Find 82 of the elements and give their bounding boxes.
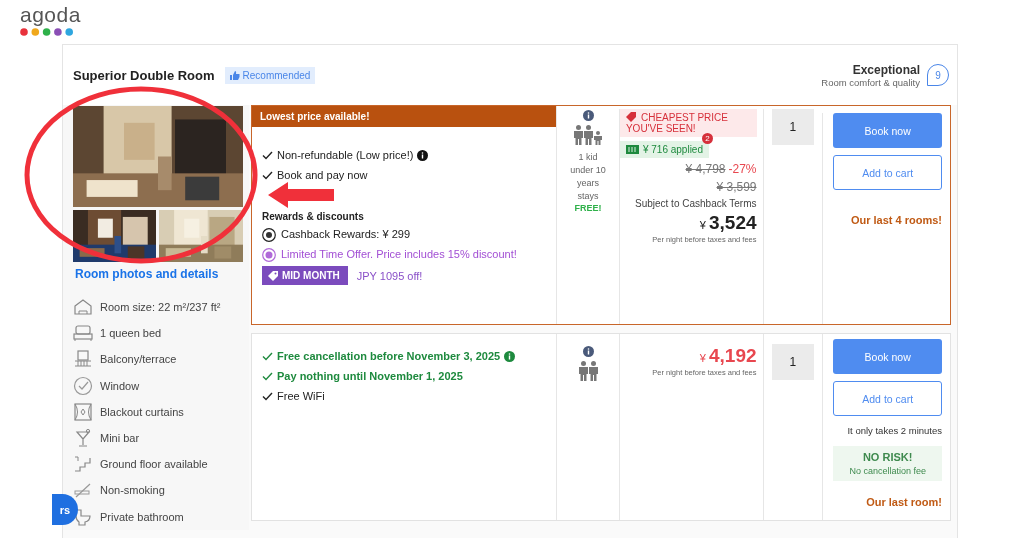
child-icon [594,131,603,145]
cocktail-glass-icon [73,429,93,448]
room-title: Superior Double Room [73,67,215,83]
info-icon [417,149,429,161]
amenity-text: Private bathroom [100,510,184,523]
house-icon [73,298,93,317]
original-price: ¥ 4,798 [685,162,726,176]
book-now-button[interactable]: Book now [833,113,942,148]
currency-symbol: ¥ [699,352,706,364]
count-badge: 2 [701,133,713,144]
amenity-text: Non-smoking [100,484,165,497]
cheapest-price-tag: CHEAPEST PRICE YOU'VE SEEN! [619,109,757,137]
amenity-text: 1 queen bed [100,327,162,340]
scarcity-text: Our last room! [865,496,942,508]
check-circle-icon [73,375,93,396]
stairs-icon [73,455,93,474]
info-icon [582,346,594,357]
person-icon [578,361,588,381]
discount-icon [262,248,276,262]
tag-icon [268,270,278,281]
rating-caption: Room comfort & quality [821,76,920,88]
annotation-arrow [268,182,334,208]
floating-button[interactable]: rs [52,494,78,525]
quantity-field[interactable]: 1 [771,344,814,380]
guest-note: 1 kid under 10 years stays [569,151,607,203]
checkmark-icon [262,371,273,381]
original-price: ¥ 3,599 [716,180,757,194]
checkmark-icon [262,170,273,180]
info-icon [582,110,594,121]
amenity-text: Blackout curtains [100,405,184,418]
add-to-cart-button[interactable]: Add to cart [833,381,942,416]
photos-link[interactable]: Room photos and details [75,267,219,281]
thumbs-up-icon [229,70,240,80]
risk-title: NO RISK! [862,451,913,463]
person-icon [574,125,584,145]
promo-text: JPY 1095 off! [356,269,423,282]
section-heading: Rewards & discounts [262,211,365,222]
add-to-cart-button[interactable]: Add to cart [833,155,942,190]
person-icon [588,361,598,381]
amenity-text: Ground floor available [100,458,208,471]
ticket-icon [625,145,639,154]
promo-badge: MID MONTH [262,266,348,285]
coupon-tag: ¥ 716 applied [619,141,709,158]
balcony-icon [73,350,93,369]
logo-dots-drawing [20,28,74,36]
quantity-field[interactable]: 1 [771,109,814,145]
cashback-text: Cashback Rewards: ¥ 299 [281,228,410,240]
feature-text: Non-refundable (Low price!) [277,149,414,161]
amenity-text: Balcony/terrace [100,353,177,366]
checkmark-icon [262,150,273,160]
info-icon [504,350,516,362]
rating-label: Exceptional [852,62,920,77]
toilet-icon [73,507,93,526]
scarcity-text: Our last 4 rooms! [849,214,942,226]
feature-text: Free WiFi [277,390,325,402]
amenity-text: Window [100,379,140,392]
checkmark-icon [262,391,273,401]
currency-symbol: ¥ [699,219,706,231]
coin-icon [262,228,276,242]
free-label: FREE! [574,203,602,213]
curtains-icon [73,402,93,421]
price-text: 3,524 [709,212,757,233]
amenity-text: Room size: 22 m²/237 ft² [100,301,221,314]
logo-text: agoda [20,6,81,24]
feature-text: Free cancellation before November 3, 2025 [277,350,501,362]
person-icon [584,125,594,145]
info-text: It only takes 2 minutes [846,425,942,436]
price-note: Subject to Cashback Terms [634,197,757,211]
tag-icon [625,112,636,122]
offer-text: Limited Time Offer. Price includes 15% discount! [281,248,517,260]
no-smoking-icon [73,481,93,500]
feature-text: Book and pay now [277,169,368,181]
checkmark-icon [262,351,273,361]
risk-text: No cancellation fee [849,466,926,476]
amenity-text: Mini bar [100,432,140,445]
recommended-badge: Recommended [224,66,316,84]
price-text: 4,192 [709,345,757,366]
banner-text: Lowest price available! [252,106,557,127]
bed-icon [73,324,93,343]
discount-percent: -27% [728,162,757,176]
feature-text: Pay nothing until November 1, 2025 [277,370,463,382]
book-now-button[interactable]: Book now [833,339,942,374]
